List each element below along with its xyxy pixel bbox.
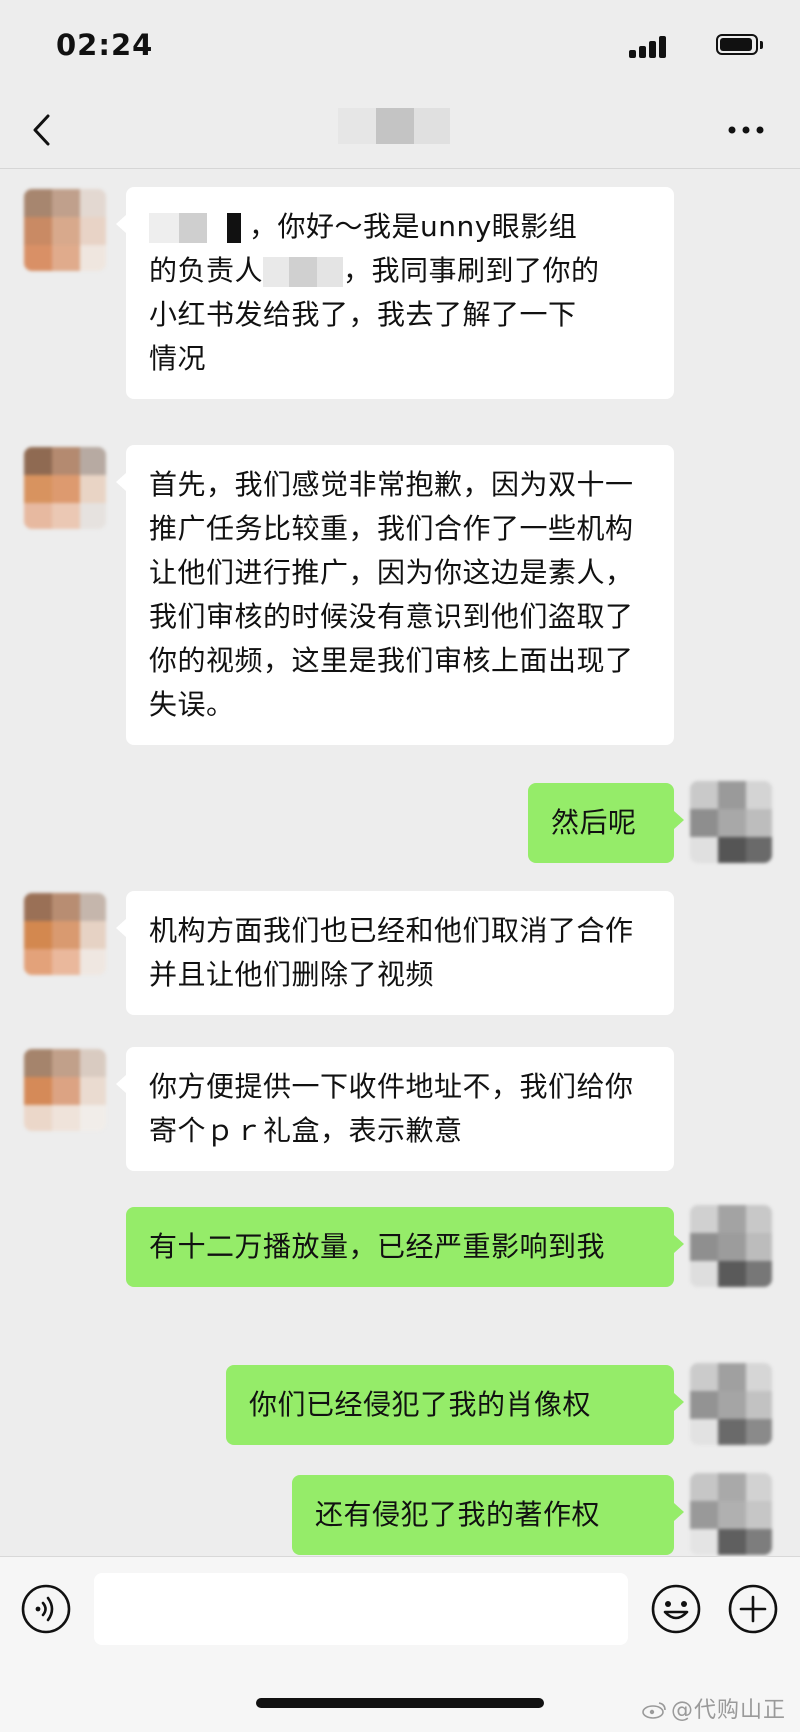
message-text: 机构方面我们也已经和他们取消了合作并且让他们删除了视频 — [149, 914, 634, 991]
more-dots-icon[interactable] — [722, 110, 770, 150]
avatar[interactable] — [690, 781, 772, 863]
message-bubble[interactable]: 你们已经侵犯了我的肖像权 — [226, 1365, 684, 1445]
avatar[interactable] — [24, 893, 106, 975]
battery-icon — [716, 34, 766, 57]
voice-icon[interactable] — [20, 1583, 72, 1635]
chevron-left-icon[interactable] — [26, 108, 62, 152]
watermark: @代购山正 — [641, 1692, 786, 1724]
signal-icon — [629, 34, 669, 58]
message-bubble[interactable]: ，你好～我是unny眼影组 的负责人 ，我同事刷到了你的 小红书发给我了，我去了… — [116, 187, 674, 399]
avatar[interactable] — [690, 1363, 772, 1445]
message-text: 情况 — [149, 342, 207, 375]
status-time: 02:24 — [56, 28, 154, 62]
message-bubble[interactable]: 机构方面我们也已经和他们取消了合作并且让他们删除了视频 — [116, 891, 674, 1015]
chat-messages[interactable]: ，你好～我是unny眼影组 的负责人 ，我同事刷到了你的 小红书发给我了，我去了… — [0, 169, 800, 1556]
message-text: 的负责人 — [149, 254, 264, 287]
message-text: 你们已经侵犯了我的肖像权 — [249, 1388, 592, 1421]
status-bar: 02:24 — [0, 0, 800, 92]
avatar[interactable] — [24, 447, 106, 529]
weibo-logo-icon — [641, 1700, 667, 1719]
redacted-name — [149, 213, 249, 243]
avatar[interactable] — [24, 1049, 106, 1131]
message-bubble[interactable]: 还有侵犯了我的著作权 — [292, 1475, 684, 1555]
home-indicator[interactable] — [256, 1698, 544, 1708]
message-text: 首先，我们感觉非常抱歉，因为双十一推广任务比较重，我们合作了一些机构让他们进行推… — [149, 468, 634, 721]
plus-icon[interactable] — [727, 1583, 779, 1635]
message-text: ，你好～我是unny眼影组 — [249, 210, 578, 243]
chat-header — [0, 92, 800, 169]
message-input[interactable] — [94, 1573, 628, 1645]
watermark-text: @代购山正 — [671, 1698, 787, 1723]
redacted-name — [263, 257, 344, 287]
message-text: ，我同事刷到了你的 — [343, 254, 600, 287]
message-text: 然后呢 — [551, 806, 637, 839]
message-text: 还有侵犯了我的著作权 — [315, 1498, 601, 1531]
message-bubble[interactable]: 有十二万播放量，已经严重影响到我 — [126, 1207, 684, 1287]
contact-name-redacted — [338, 108, 450, 144]
message-bubble[interactable]: 你方便提供一下收件地址不，我们给你寄个ｐｒ礼盒，表示歉意 — [116, 1047, 674, 1171]
message-text: 有十二万播放量，已经严重影响到我 — [149, 1230, 606, 1263]
avatar[interactable] — [690, 1473, 772, 1555]
emoji-icon[interactable] — [650, 1583, 702, 1635]
message-text: 你方便提供一下收件地址不，我们给你寄个ｐｒ礼盒，表示歉意 — [149, 1070, 634, 1147]
message-bubble[interactable]: 首先，我们感觉非常抱歉，因为双十一推广任务比较重，我们合作了一些机构让他们进行推… — [116, 445, 674, 745]
message-text: 小红书发给我了，我去了解了一下 — [149, 298, 577, 331]
avatar[interactable] — [24, 189, 106, 271]
message-bubble[interactable]: 然后呢 — [528, 783, 684, 863]
avatar[interactable] — [690, 1205, 772, 1287]
